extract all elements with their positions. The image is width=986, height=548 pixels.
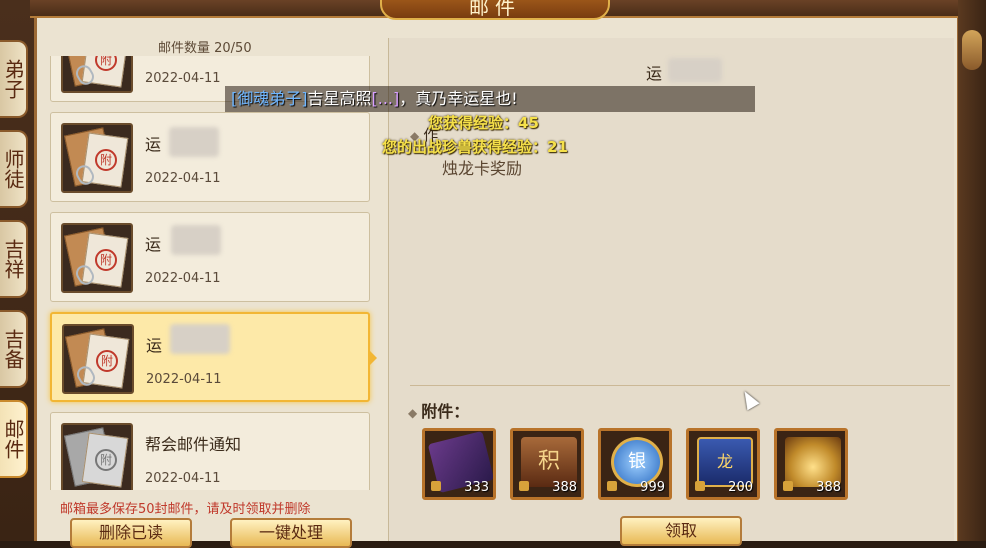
lock-icon [695, 481, 705, 491]
mail-item[interactable]: 附 运 2022-04-11 [50, 112, 370, 202]
mail-list[interactable]: 附 2022-04-11 附 运 2022-04-11 附 运 2022-04-… [38, 56, 384, 490]
attachment-slot[interactable]: 388 [774, 428, 848, 500]
side-tab-disciple[interactable]: 弟子 [0, 40, 28, 118]
announcement-name: [御魂弟子] [231, 89, 308, 108]
mail-item-selected[interactable]: 附 运 2022-04-11 [50, 312, 377, 402]
lock-icon [431, 481, 441, 491]
attachment-slot[interactable]: 龙 200 [686, 428, 760, 500]
mail-title: 帮会邮件通知 [145, 435, 242, 454]
mail-detail-title: 运 [646, 64, 663, 83]
announcement-text-2: ，真乃幸运星也! [399, 89, 518, 108]
mail-attachment-icon: 附 [61, 123, 133, 193]
mail-title: 运 [146, 336, 163, 355]
mail-date: 2022-04-11 [145, 271, 221, 286]
exp-reward-line: 您获得经验：45 [428, 114, 539, 132]
mail-count: 邮件数量 20/50 [158, 41, 252, 56]
blurred-text [171, 225, 221, 255]
side-tabs: 弟子 师徒 吉祥 吉备 邮件 [0, 40, 30, 541]
mail-title: 运 [145, 235, 162, 254]
mail-body: 烛龙卡奖励 [442, 159, 523, 178]
mail-attachment-icon: 附 [61, 56, 133, 93]
right-frame [958, 0, 986, 541]
attachment-slot[interactable]: 银 999 [598, 428, 672, 500]
blurred-text [170, 324, 230, 354]
mail-date: 2022-04-11 [146, 372, 222, 387]
lock-icon [519, 481, 529, 491]
claim-button[interactable]: 领取 [620, 516, 742, 546]
mail-title: 运 [145, 135, 162, 154]
mail-item[interactable]: 附 帮会邮件通知 2022-04-11 [50, 412, 370, 490]
attachment-count: 333 [464, 480, 489, 495]
selection-arrow-icon [369, 350, 377, 366]
system-announcement: [御魂弟子]吉星高照[...]，真乃幸运星也! [225, 86, 755, 112]
divider [410, 385, 950, 386]
side-tab-mentor[interactable]: 师徒 [0, 130, 28, 208]
mail-attachment-icon: 附 [62, 324, 134, 394]
attachment-count: 388 [816, 480, 841, 495]
delete-read-button[interactable]: 删除已读 [70, 518, 192, 548]
mail-attachment-icon: 附 [61, 223, 133, 293]
attachment-count: 388 [552, 480, 577, 495]
mail-limit-note: 邮箱最多保存50封邮件，请及时领取并删除 [60, 502, 311, 517]
side-tab-prep[interactable]: 吉备 [0, 310, 28, 388]
mail-date: 2022-04-11 [145, 471, 221, 486]
attachments-label-text: 附件： [421, 402, 470, 421]
blurred-text [668, 58, 722, 82]
mail-item[interactable]: 附 运 2022-04-11 [50, 212, 370, 302]
mail-read-icon: 附 [61, 423, 133, 490]
attachments-label: ◆ 附件： [408, 402, 470, 421]
frame-knob-icon [962, 30, 982, 70]
attachment-slot[interactable]: 积 388 [510, 428, 584, 500]
mail-date: 2022-04-11 [145, 171, 221, 186]
blurred-text [169, 127, 219, 157]
side-tab-mail[interactable]: 邮件 [0, 400, 28, 478]
announcement-item: [...] [371, 89, 400, 108]
lock-icon [607, 481, 617, 491]
lock-icon [783, 481, 793, 491]
mail-date: 2022-04-11 [145, 71, 221, 86]
attachment-count: 999 [640, 480, 665, 495]
attachment-count: 200 [728, 480, 753, 495]
window-title: 邮件 [380, 0, 610, 20]
attachment-slot[interactable]: 333 [422, 428, 496, 500]
side-tab-luck[interactable]: 吉祥 [0, 220, 28, 298]
announcement-text-1: 吉星高照 [307, 89, 372, 108]
pet-exp-reward-line: 您的出战珍兽获得经验：21 [382, 138, 568, 156]
one-click-button[interactable]: 一键处理 [230, 518, 352, 548]
